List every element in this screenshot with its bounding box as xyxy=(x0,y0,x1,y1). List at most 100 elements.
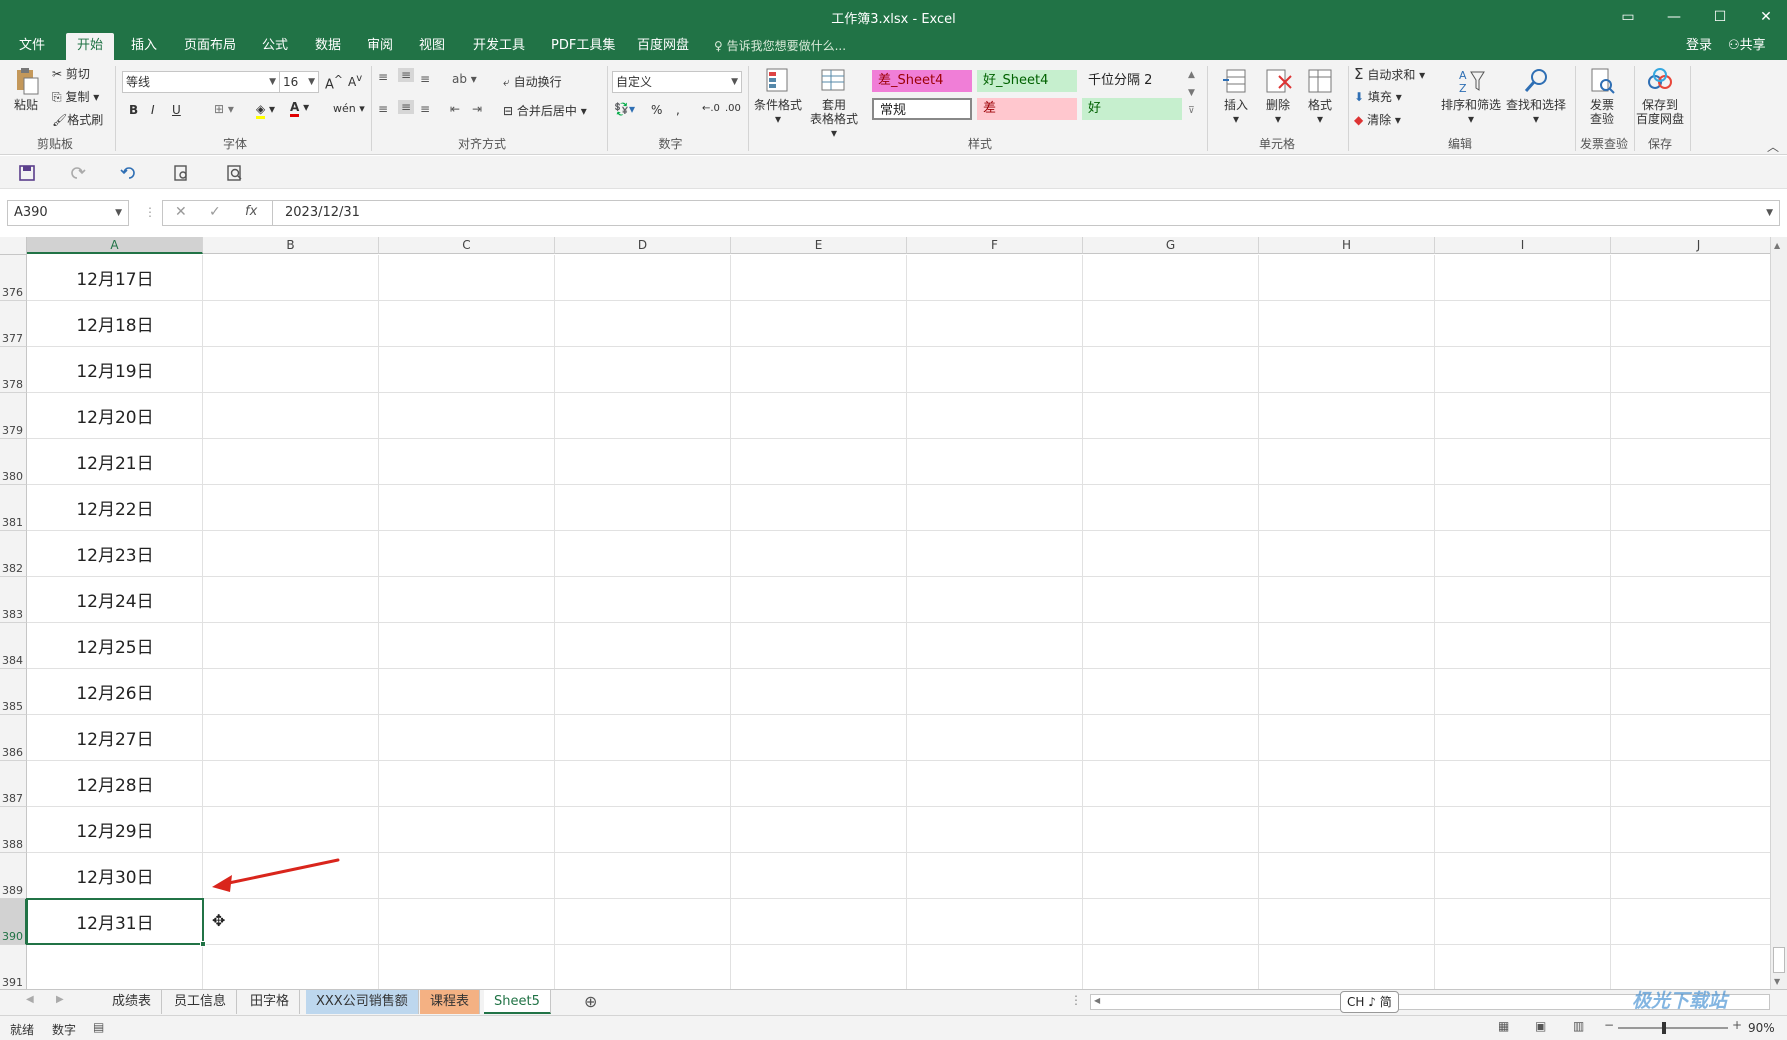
row-header[interactable]: 381 xyxy=(0,485,27,531)
row-header[interactable]: 376 xyxy=(0,255,27,301)
select-all-corner[interactable] xyxy=(0,237,27,255)
sheet-tab-2[interactable]: 田字格 xyxy=(240,990,301,1014)
macro-record-icon[interactable]: ▤ xyxy=(93,1020,104,1034)
scroll-down-icon[interactable]: ▼ xyxy=(1774,977,1780,986)
percent-icon[interactable]: % xyxy=(651,103,662,117)
increase-decimal-icon[interactable]: ←.0 xyxy=(702,103,720,114)
cell-a384[interactable]: 12月25日 xyxy=(27,633,203,658)
phonetic-icon[interactable]: wén ▾ xyxy=(333,102,365,115)
cell-a382[interactable]: 12月23日 xyxy=(27,541,203,566)
invoice-check-button[interactable]: 发票 查验 xyxy=(1580,66,1624,126)
login-link[interactable]: 登录 xyxy=(1686,33,1712,60)
formula-input[interactable]: 2023/12/31 ▼ xyxy=(272,200,1780,226)
cell-a383[interactable]: 12月24日 xyxy=(27,587,203,612)
save-to-baidu-button[interactable]: 保存到 百度网盘 xyxy=(1636,66,1684,126)
prev-sheet-icon[interactable]: ◀ xyxy=(26,994,34,1005)
collapse-ribbon-icon[interactable]: ︿ xyxy=(1767,138,1779,155)
redo-icon[interactable] xyxy=(68,164,86,182)
sheet-tab-0[interactable]: 成绩表 xyxy=(102,990,163,1014)
sheet-tab-5[interactable]: Sheet5 xyxy=(484,990,551,1014)
row-header[interactable]: 389 xyxy=(0,853,27,899)
style-good-sheet4[interactable]: 好_Sheet4 xyxy=(977,70,1077,92)
undo-icon[interactable] xyxy=(120,164,138,182)
tab-data[interactable]: 数据 xyxy=(304,33,352,60)
font-name-select[interactable]: 等线 ▼ xyxy=(122,71,280,93)
enter-icon[interactable]: ✓ xyxy=(209,204,221,220)
sheet-tab-3[interactable]: XXX公司销售额 xyxy=(306,990,419,1014)
row-header[interactable]: 379 xyxy=(0,393,27,439)
tab-file[interactable]: 文件 xyxy=(8,33,56,60)
autosum-button[interactable]: Σ 自动求和 ▾ xyxy=(1354,65,1425,83)
align-center-icon[interactable]: ≡ xyxy=(398,100,415,114)
cell-a381[interactable]: 12月22日 xyxy=(27,495,203,520)
borders-icon[interactable]: ⊞ ▾ xyxy=(214,102,234,116)
fill-handle[interactable] xyxy=(200,941,206,947)
column-header-h[interactable]: H xyxy=(1259,237,1435,254)
row-header[interactable]: 380 xyxy=(0,439,27,485)
add-sheet-icon[interactable]: ⊕ xyxy=(584,992,597,1011)
row-header[interactable]: 385 xyxy=(0,669,27,715)
tab-baidu-netdisk[interactable]: 百度网盘 xyxy=(626,33,700,60)
align-top-icon[interactable]: ≡ xyxy=(378,70,388,84)
tab-pdf-tools[interactable]: PDF工具集 xyxy=(540,33,626,60)
cell-a388[interactable]: 12月29日 xyxy=(27,817,203,842)
find-select-button[interactable]: 查找和选择 ▾ xyxy=(1505,66,1567,126)
tab-view[interactable]: 视图 xyxy=(408,33,456,60)
column-header-g[interactable]: G xyxy=(1083,237,1259,254)
column-header-j[interactable]: J xyxy=(1611,237,1770,254)
tab-review[interactable]: 审阅 xyxy=(356,33,404,60)
row-header[interactable]: 388 xyxy=(0,807,27,853)
minimize-button[interactable]: — xyxy=(1651,0,1697,33)
normal-view-icon[interactable]: ▦ xyxy=(1498,1019,1509,1033)
tab-insert[interactable]: 插入 xyxy=(120,33,168,60)
name-box[interactable]: A390 ▼ xyxy=(7,200,129,226)
page-layout-view-icon[interactable]: ▣ xyxy=(1535,1019,1546,1033)
row-header[interactable]: 387 xyxy=(0,761,27,807)
copy-button[interactable]: ⎘ 复制 ▾ xyxy=(52,88,99,105)
cell-a379[interactable]: 12月20日 xyxy=(27,403,203,428)
align-bottom-icon[interactable]: ≡ xyxy=(420,72,430,86)
style-good[interactable]: 好 xyxy=(1082,98,1182,120)
row-header[interactable]: 382 xyxy=(0,531,27,577)
cell-a376[interactable]: 12月17日 xyxy=(27,265,203,290)
tab-split-handle[interactable]: ⋮ xyxy=(1070,993,1082,1007)
style-normal[interactable]: 常规 xyxy=(872,98,972,120)
share-button[interactable]: ⚇共享 xyxy=(1728,33,1766,60)
decrease-decimal-icon[interactable]: .00 xyxy=(725,103,741,114)
close-button[interactable]: ✕ xyxy=(1743,0,1787,33)
tab-developer[interactable]: 开发工具 xyxy=(462,33,536,60)
vertical-scrollbar[interactable]: ▲ ▼ xyxy=(1770,237,1787,989)
sort-filter-button[interactable]: AZ 排序和筛选 ▾ xyxy=(1440,66,1502,126)
row-header[interactable]: 391 xyxy=(0,945,27,989)
zoom-level[interactable]: 90% xyxy=(1748,1021,1775,1035)
currency-icon[interactable]: 💱▾ xyxy=(614,102,635,116)
active-cell-border[interactable] xyxy=(26,898,204,945)
row-header[interactable]: 384 xyxy=(0,623,27,669)
tell-me-box[interactable]: ♀ 告诉我您想要做什么... xyxy=(714,33,846,60)
cell-a389[interactable]: 12月30日 xyxy=(27,863,203,888)
zoom-preview-icon[interactable] xyxy=(226,164,244,182)
scrollbar-thumb[interactable] xyxy=(1773,947,1785,973)
style-bad-sheet4[interactable]: 差_Sheet4 xyxy=(872,70,972,92)
page-break-view-icon[interactable]: ▥ xyxy=(1573,1019,1584,1033)
format-cells-button[interactable]: 格式 ▾ xyxy=(1300,66,1340,126)
decrease-indent-icon[interactable]: ⇤ xyxy=(450,102,460,116)
row-header[interactable]: 378 xyxy=(0,347,27,393)
format-as-table-button[interactable]: 套用 表格格式 ▾ xyxy=(806,66,862,140)
align-right-icon[interactable]: ≡ xyxy=(420,102,430,116)
cell-a387[interactable]: 12月28日 xyxy=(27,771,203,796)
italic-button[interactable]: I xyxy=(151,103,155,117)
wrap-text-button[interactable]: ⤶ 自动换行 xyxy=(503,73,562,90)
sheet-tab-4[interactable]: 课程表 xyxy=(420,990,481,1014)
ime-indicator[interactable]: CH ♪ 简 xyxy=(1340,991,1399,1013)
underline-button[interactable]: U xyxy=(172,103,181,117)
maximize-button[interactable]: ☐ xyxy=(1697,0,1743,33)
print-preview-icon[interactable] xyxy=(172,164,190,182)
comma-icon[interactable]: , xyxy=(676,103,680,117)
font-color-icon[interactable]: A ▾ xyxy=(290,100,309,117)
cell-a377[interactable]: 12月18日 xyxy=(27,311,203,336)
gallery-scroll-arrows[interactable]: ▲ ▼ ⊽ xyxy=(1188,66,1195,120)
row-header[interactable]: 383 xyxy=(0,577,27,623)
column-header-i[interactable]: I xyxy=(1435,237,1611,254)
style-bad[interactable]: 差 xyxy=(977,98,1077,120)
